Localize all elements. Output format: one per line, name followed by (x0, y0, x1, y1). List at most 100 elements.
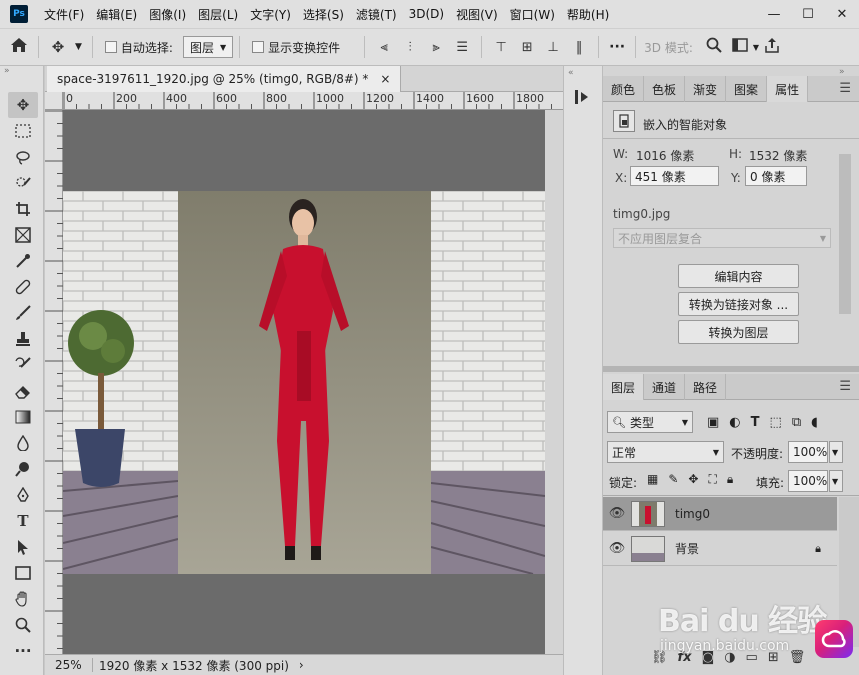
link-icon[interactable]: ⛓︎ (651, 650, 668, 665)
fx-icon[interactable]: fx (678, 650, 692, 665)
hand-tool-icon[interactable] (8, 586, 38, 612)
ruler-origin[interactable] (45, 92, 63, 110)
zoom-tool-icon[interactable] (8, 612, 38, 638)
lock-pixels-icon[interactable]: ✎ (668, 472, 678, 487)
convert-to-layer-button[interactable]: 转换为图层 (678, 320, 799, 344)
shape-filter-icon[interactable]: ⬚ (770, 415, 782, 430)
collapse-icon[interactable]: » (0, 66, 43, 76)
share-icon[interactable] (759, 37, 785, 57)
brush-tool-icon[interactable] (8, 300, 38, 326)
distribute-vertical-icon[interactable]: ‖ (566, 40, 592, 55)
history-panel-icon[interactable] (574, 88, 602, 109)
tab-color[interactable]: 颜色 (603, 76, 645, 102)
eraser-tool-icon[interactable] (8, 378, 38, 404)
menu-edit[interactable]: 编辑(E) (90, 6, 143, 23)
status-menu-arrow[interactable]: › (289, 658, 304, 672)
rectangle-tool-icon[interactable] (8, 560, 38, 586)
menu-filter[interactable]: 滤镜(T) (350, 6, 403, 23)
tab-channels[interactable]: 通道 (644, 374, 686, 400)
properties-scrollbar[interactable] (839, 154, 851, 314)
frame-tool-icon[interactable] (8, 222, 38, 248)
convert-to-linked-button[interactable]: 转换为链接对象 ... (678, 292, 799, 316)
visibility-eye-icon[interactable]: 👁︎ (603, 506, 631, 521)
tab-layers[interactable]: 图层 (603, 374, 645, 400)
home-icon[interactable] (6, 37, 32, 57)
search-icon[interactable] (701, 37, 727, 57)
layer-name[interactable]: timg0 (675, 507, 710, 521)
move-tool-icon[interactable]: ✥ (8, 92, 38, 118)
new-layer-icon[interactable]: ⊞ (768, 650, 779, 665)
folder-icon[interactable]: ▭ (746, 650, 758, 665)
maximize-button[interactable]: ☐ (791, 0, 825, 28)
zoom-level-field[interactable]: 25% (45, 658, 93, 672)
close-tab-icon[interactable]: × (380, 72, 390, 86)
move-tool-icon[interactable]: ✥ (45, 38, 71, 56)
chevron-down-icon[interactable]: ▼ (75, 42, 82, 52)
canvas-image[interactable] (63, 191, 545, 574)
fill-input[interactable]: 100% (788, 470, 828, 492)
collapse-icon[interactable]: » (603, 66, 859, 77)
lock-position-icon[interactable]: ✥ (688, 472, 698, 487)
document-tab[interactable]: space-3197611_1920.jpg @ 25% (timg0, RGB… (47, 66, 402, 92)
layer-filter-select[interactable]: 🔍︎ 类型 ▼ (607, 411, 693, 433)
layer-row[interactable]: 👁︎ 背景 🔒︎ (603, 532, 837, 566)
align-bottom-icon[interactable]: ⊥ (540, 40, 566, 55)
workspace-icon[interactable] (727, 38, 753, 56)
panel-menu-icon[interactable]: ☰ (839, 81, 851, 96)
tab-paths[interactable]: 路径 (685, 374, 727, 400)
menu-view[interactable]: 视图(V) (450, 6, 504, 23)
stamp-tool-icon[interactable] (8, 326, 38, 352)
collapse-icon[interactable]: « (564, 66, 602, 78)
crop-tool-icon[interactable] (8, 196, 38, 222)
type-tool-icon[interactable]: T (8, 508, 38, 534)
horizontal-ruler[interactable]: 0 200 400 600 800 1000 1200 1400 1600 18… (63, 92, 563, 110)
layer-name[interactable]: 背景 (675, 540, 699, 557)
opacity-input[interactable]: 100% (788, 441, 828, 463)
align-center-icon[interactable]: ⫶ (397, 40, 423, 55)
layer-comp-select[interactable]: 不应用图层复合 ▼ (613, 228, 831, 248)
distribute-icon[interactable]: ☰ (449, 40, 475, 55)
visibility-eye-icon[interactable]: 👁︎ (603, 541, 631, 556)
auto-select-dropdown[interactable]: 图层 ▼ (182, 36, 234, 58)
auto-select-checkbox[interactable] (104, 41, 117, 53)
fill-dropdown[interactable]: ▼ (829, 470, 843, 492)
more-options-button[interactable]: ··· (609, 39, 625, 55)
delete-icon[interactable]: 🗑︎ (789, 650, 806, 665)
dodge-tool-icon[interactable] (8, 456, 38, 482)
eyedropper-tool-icon[interactable] (8, 248, 38, 274)
blur-tool-icon[interactable] (8, 430, 38, 456)
edit-contents-button[interactable]: 编辑内容 (678, 264, 799, 288)
tab-gradients[interactable]: 渐变 (685, 76, 727, 102)
lock-all-icon[interactable]: 🔒︎ (727, 472, 733, 487)
mask-icon[interactable]: ◙ (702, 650, 715, 665)
panel-menu-icon[interactable]: ☰ (839, 379, 851, 394)
menu-layer[interactable]: 图层(L) (192, 6, 244, 23)
marquee-tool-icon[interactable] (8, 118, 38, 144)
tab-swatches[interactable]: 色板 (644, 76, 686, 102)
filter-toggle-icon[interactable]: ◖ (811, 415, 818, 430)
menu-select[interactable]: 选择(S) (297, 6, 350, 23)
align-middle-icon[interactable]: ⊞ (514, 40, 540, 55)
lock-transparent-icon[interactable]: ▦ (647, 472, 658, 487)
adjustment-icon[interactable]: ◑ (724, 650, 735, 665)
vertical-scrollbar[interactable] (545, 110, 563, 654)
lasso-tool-icon[interactable] (8, 144, 38, 170)
show-transform-checkbox[interactable] (252, 41, 265, 53)
smart-filter-icon[interactable]: ⧉ (792, 415, 801, 430)
menu-file[interactable]: 文件(F) (38, 6, 90, 23)
blend-mode-select[interactable]: 正常 ▼ (607, 441, 724, 463)
path-select-tool-icon[interactable] (8, 534, 38, 560)
tab-properties[interactable]: 属性 (767, 76, 809, 102)
minimize-button[interactable]: — (757, 0, 791, 28)
vertical-ruler[interactable] (45, 110, 63, 654)
gradient-tool-icon[interactable] (8, 404, 38, 430)
opacity-dropdown[interactable]: ▼ (829, 441, 843, 463)
edit-toolbar-icon[interactable]: ··· (8, 638, 38, 664)
adjustment-filter-icon[interactable]: ◐ (729, 415, 740, 430)
menu-3d[interactable]: 3D(D) (403, 7, 450, 21)
x-input[interactable]: 451 像素 (630, 166, 719, 186)
menu-type[interactable]: 文字(Y) (244, 6, 297, 23)
align-left-icon[interactable]: ⫷ (371, 40, 397, 55)
healing-brush-tool-icon[interactable] (8, 274, 38, 300)
tab-patterns[interactable]: 图案 (726, 76, 768, 102)
